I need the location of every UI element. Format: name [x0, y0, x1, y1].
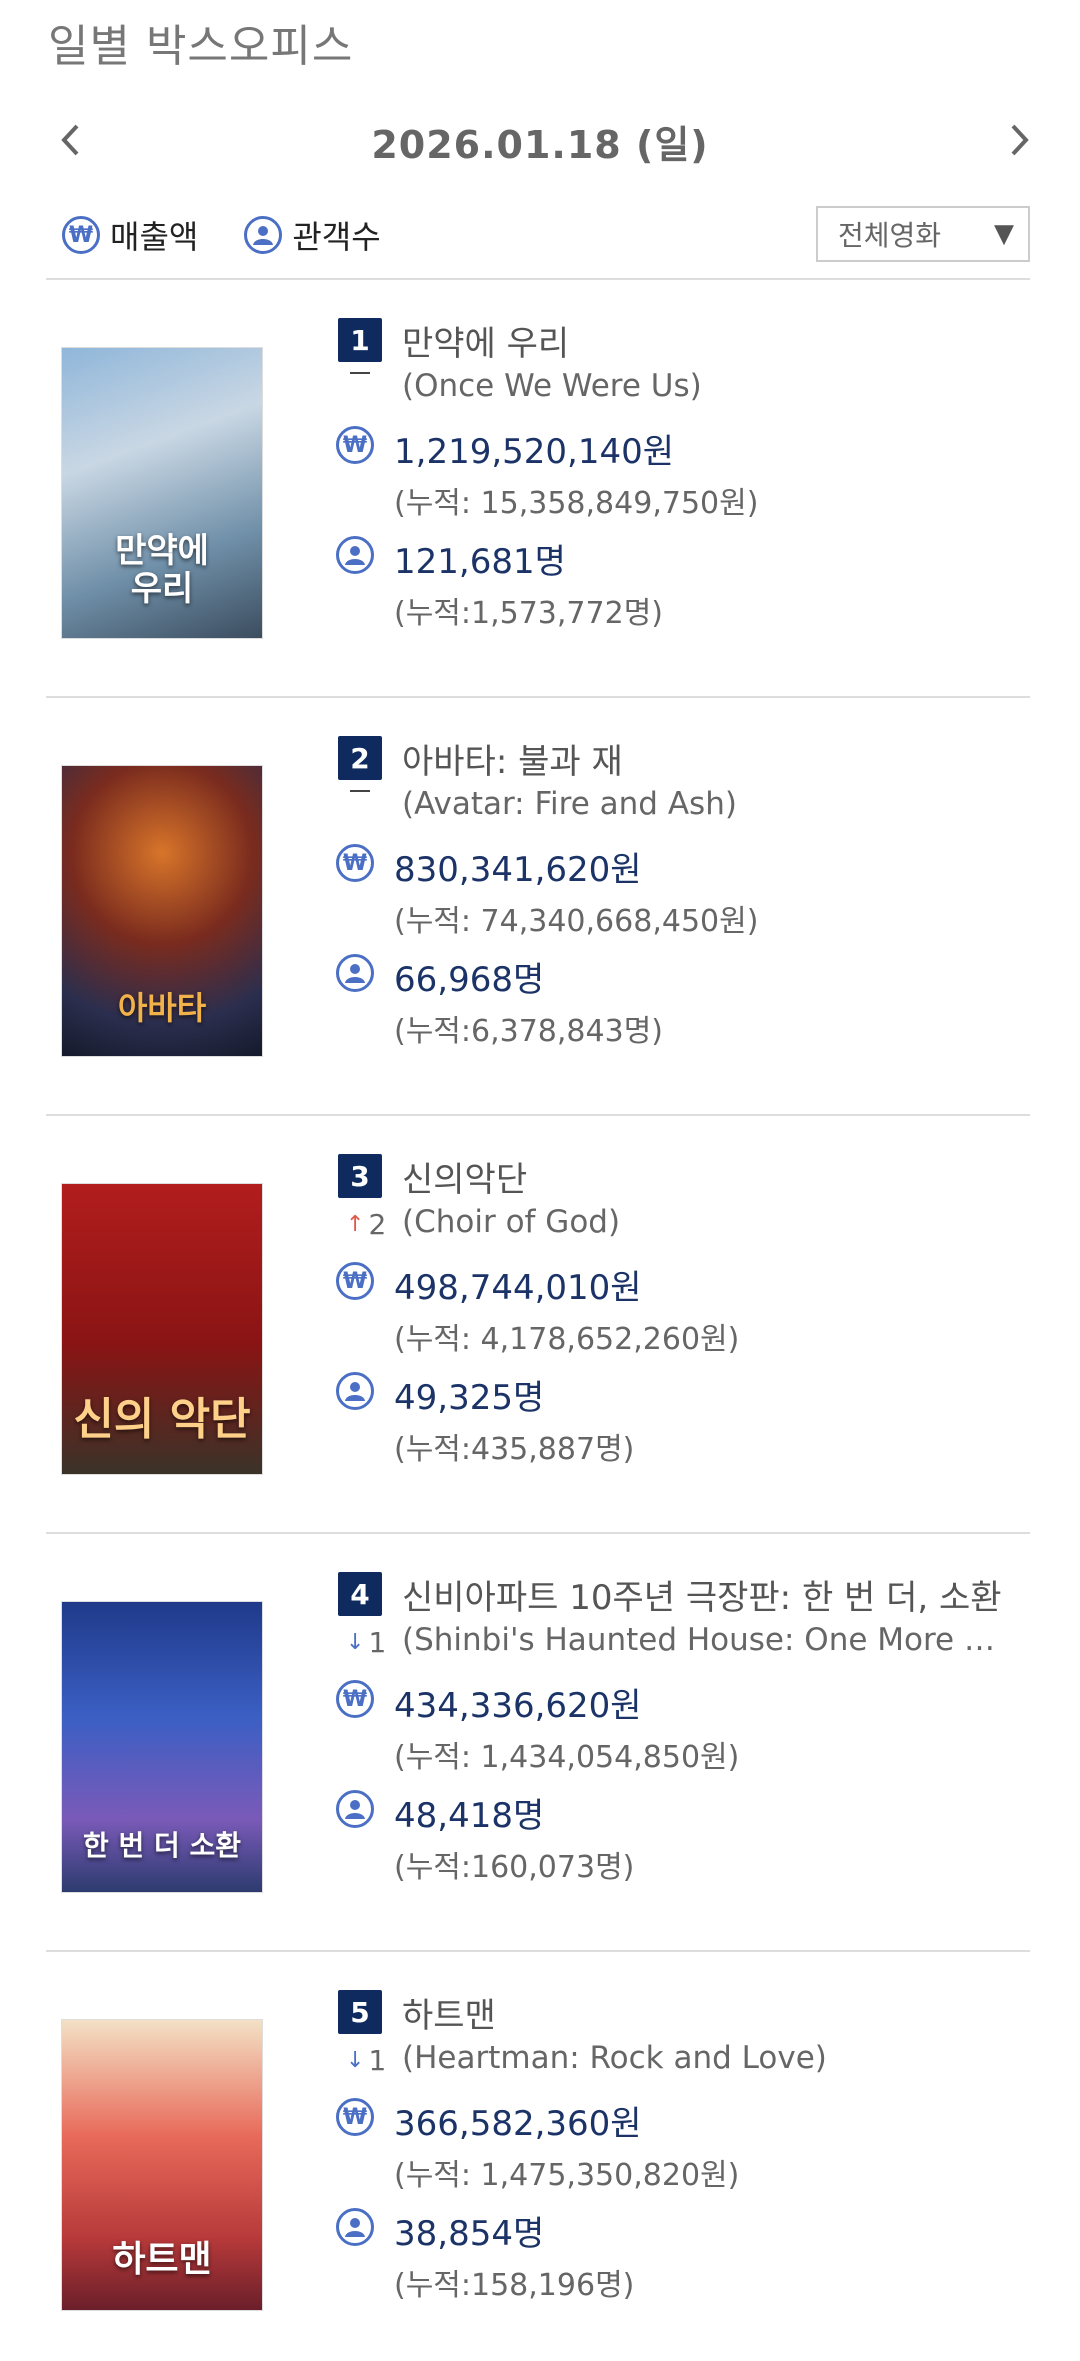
no-change-dash-icon — [350, 790, 370, 792]
person-icon — [336, 536, 374, 574]
rank-change-value: 1 — [368, 2044, 387, 2077]
sales-value: 1,219,520,140원 — [394, 432, 675, 472]
audience-value: 121,681명 — [394, 542, 566, 582]
audience-value: 38,854명 — [394, 2214, 545, 2254]
sales-value: 434,336,620원 — [394, 1686, 642, 1726]
audience-cumulative: (누적:6,378,843명) — [394, 1014, 663, 1049]
movie-entry[interactable]: 한 번 더 소환 4 신비아파트 10주년 극장판: 한 번 더, 소환 ↓ 1 … — [0, 1534, 1080, 1914]
movie-title-en: (Choir of God) — [402, 1204, 621, 1240]
movie-entry[interactable]: 아바타 2 아바타: 불과 재 (Avatar: Fire and Ash) ₩… — [0, 698, 1080, 1078]
rank-change: ↓ 1 — [346, 2044, 396, 2077]
audience-cumulative: (누적:160,073명) — [394, 1850, 635, 1885]
rank-change — [346, 790, 396, 792]
person-icon — [336, 1790, 374, 1828]
movie-title-ko[interactable]: 신비아파트 10주년 극장판: 한 번 더, 소환 — [402, 1570, 1002, 1619]
rank-change: ↑ 2 — [346, 1208, 396, 1241]
movie-entry[interactable]: 하트맨 5 하트맨 ↓ 1 (Heartman: Rock and Love) ₩… — [0, 1952, 1080, 2332]
arrow-down-icon: ↓ — [346, 2048, 365, 2073]
audience-cumulative: (누적:1,573,772명) — [394, 596, 663, 631]
legend-sales[interactable]: ₩ 매출액 — [62, 212, 198, 258]
poster-title-text: 아바타 — [117, 988, 207, 1027]
current-date: 2026.01.18 (일) — [371, 123, 709, 167]
poster-title-text: 한 번 더 소환 — [82, 1829, 242, 1863]
legend: ₩ 매출액 관객수 — [62, 210, 427, 260]
movie-title-ko[interactable]: 만약에 우리 — [402, 316, 569, 365]
won-icon: ₩ — [62, 216, 100, 254]
dropdown-caret-icon: ▼ — [994, 219, 1014, 249]
movie-poster[interactable]: 만약에 우리 — [62, 348, 262, 638]
sales-value: 498,744,010원 — [394, 1268, 642, 1308]
sales-cumulative: (누적: 15,358,849,750원) — [394, 486, 759, 521]
legend-audience[interactable]: 관객수 — [244, 212, 381, 258]
audience-cumulative: (누적:158,196명) — [394, 2268, 635, 2303]
person-icon — [336, 1372, 374, 1410]
won-icon: ₩ — [336, 1680, 374, 1718]
next-date-button[interactable] — [990, 110, 1050, 170]
movie-title-en: (Avatar: Fire and Ash) — [402, 786, 737, 822]
rank-change: ↓ 1 — [346, 1626, 396, 1659]
won-icon: ₩ — [336, 844, 374, 882]
won-icon: ₩ — [336, 1262, 374, 1300]
rank-badge: 4 — [338, 1572, 382, 1616]
rank-change-value: 1 — [368, 1626, 387, 1659]
movie-filter-value: 전체영화 — [838, 219, 942, 252]
movie-title-en: (Heartman: Rock and Love) — [402, 2040, 827, 2076]
rank-badge: 1 — [338, 318, 382, 362]
poster-title-text: 신의 악단 — [73, 1393, 251, 1445]
won-icon: ₩ — [336, 2098, 374, 2136]
audience-value: 48,418명 — [394, 1796, 545, 1836]
movie-poster[interactable]: 한 번 더 소환 — [62, 1602, 262, 1892]
audience-value: 66,968명 — [394, 960, 545, 1000]
won-icon: ₩ — [336, 426, 374, 464]
legend-sales-label: 매출액 — [110, 218, 199, 256]
movie-poster[interactable]: 신의 악단 — [62, 1184, 262, 1474]
person-icon — [244, 216, 283, 254]
sales-cumulative: (누적: 1,434,054,850원) — [394, 1740, 740, 1775]
sales-cumulative: (누적: 74,340,668,450원) — [394, 904, 759, 939]
rank-change-value: 2 — [368, 1208, 387, 1241]
poster-title-text: 하트맨 — [112, 2239, 212, 2281]
chevron-right-icon — [1011, 124, 1029, 156]
sales-value: 366,582,360원 — [394, 2104, 642, 2144]
movie-filter-select[interactable]: 전체영화 ▼ — [816, 206, 1030, 262]
person-icon — [336, 2208, 374, 2246]
arrow-up-icon: ↑ — [346, 1212, 365, 1237]
movie-title-ko[interactable]: 하트맨 — [402, 1988, 496, 2037]
no-change-dash-icon — [350, 372, 370, 374]
sales-cumulative: (누적: 1,475,350,820원) — [394, 2158, 740, 2193]
movie-entry[interactable]: 신의 악단 3 신의악단 ↑ 2 (Choir of God) ₩ 498,744… — [0, 1116, 1080, 1496]
rank-badge: 2 — [338, 736, 382, 780]
audience-cumulative: (누적:435,887명) — [394, 1432, 635, 1467]
movie-poster[interactable]: 아바타 — [62, 766, 262, 1056]
movie-poster[interactable]: 하트맨 — [62, 2020, 262, 2310]
rank-change — [346, 372, 396, 374]
person-icon — [336, 954, 374, 992]
movie-title-en: (Shinbi's Haunted House: One More Summ..… — [402, 1622, 1002, 1658]
movie-title-en: (Once We Were Us) — [402, 368, 702, 404]
rank-badge: 3 — [338, 1154, 382, 1198]
date-navigator: 2026.01.18 (일) — [0, 110, 1080, 170]
arrow-down-icon: ↓ — [346, 1630, 365, 1655]
page-title: 일별 박스오피스 — [48, 21, 354, 72]
movie-entry[interactable]: 만약에 우리 1 만약에 우리 (Once We Were Us) ₩ 1,21… — [0, 280, 1080, 660]
poster-title-text: 만약에 우리 — [115, 531, 209, 609]
sales-cumulative: (누적: 4,178,652,260원) — [394, 1322, 740, 1357]
legend-audience-label: 관객수 — [292, 218, 381, 256]
audience-value: 49,325명 — [394, 1378, 545, 1418]
sales-value: 830,341,620원 — [394, 850, 642, 890]
movie-title-ko[interactable]: 신의악단 — [402, 1152, 527, 1201]
movie-title-ko[interactable]: 아바타: 불과 재 — [402, 734, 623, 783]
rank-badge: 5 — [338, 1990, 382, 2034]
